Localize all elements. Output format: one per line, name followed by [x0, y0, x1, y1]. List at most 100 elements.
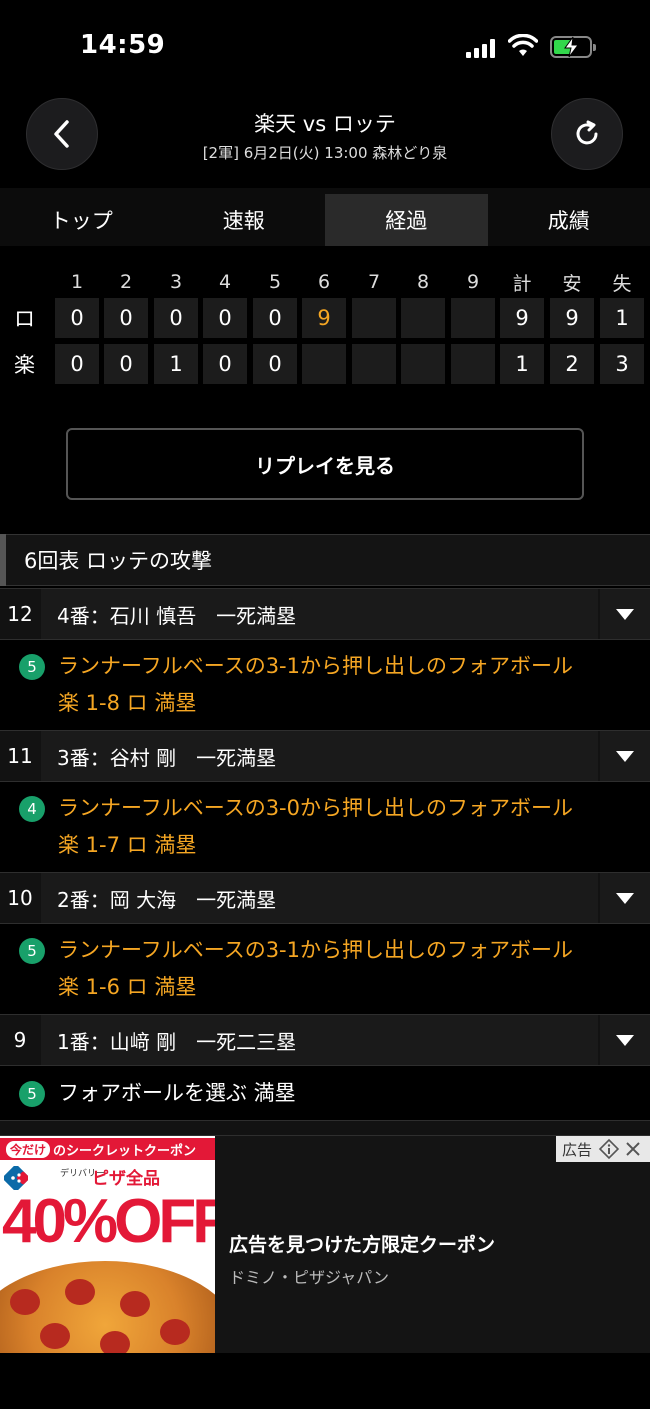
inning-score [401, 344, 445, 384]
hits-header: 安 [562, 272, 582, 295]
scoreboard-row-rakuten: 楽 0 0 1 0 0 1 2 3 [0, 344, 650, 388]
status-bar: 14:59 [0, 0, 650, 95]
cellular-signal-icon [466, 38, 496, 58]
batter-situation: 1番：山﨑 剛 一死二三塁 [41, 1015, 598, 1065]
info-icon[interactable] [598, 1138, 620, 1160]
watch-replay-button[interactable]: リプレイを見る [66, 428, 584, 500]
scoreboard-row-lotte: ロ 0 0 0 0 0 9 9 9 1 [0, 298, 650, 342]
play-score-status: 楽 1-8 ロ 満塁 [58, 691, 197, 715]
play-detail: 5 ランナーフルベースの3-1から押し出しのフォアボール 楽 1-8 ロ 満塁 [0, 640, 650, 730]
close-icon[interactable] [624, 1140, 642, 1158]
inning-score [451, 344, 495, 384]
total-runs-header: 計 [512, 272, 532, 295]
inning-score [352, 344, 396, 384]
game-title: 楽天 vs ロッテ [254, 112, 396, 136]
team-label: ロ [14, 307, 35, 331]
inning-score [352, 298, 396, 338]
play-description: ランナーフルベースの3-0から押し出しのフォアボール [58, 796, 573, 820]
hits: 9 [550, 298, 594, 338]
inning-score [451, 298, 495, 338]
expand-toggle[interactable] [600, 873, 650, 923]
total-runs: 9 [500, 298, 544, 338]
expand-toggle[interactable] [600, 731, 650, 781]
inning-score-current: 9 [302, 298, 346, 338]
inning-header: 4 [218, 271, 232, 293]
ad-coupon-tag: 今だけ のシークレットクーポン [0, 1138, 215, 1160]
team-label: 楽 [14, 353, 35, 377]
hits: 2 [550, 344, 594, 384]
play-description: ランナーフルベースの3-1から押し出しのフォアボール [58, 938, 573, 962]
tab-bar: トップ 速報 経過 成績 [0, 188, 650, 246]
expand-toggle[interactable] [600, 1015, 650, 1065]
pitch-count-badge: 5 [19, 1081, 45, 1107]
tab-top[interactable]: トップ [0, 194, 163, 246]
ad-discount: 40%OFF [2, 1187, 215, 1256]
batter-situation: 4番：石川 慎吾 一死満塁 [41, 589, 598, 639]
play-detail: 5 ランナーフルベースの3-1から押し出しのフォアボール 楽 1-6 ロ 満塁 [0, 924, 650, 1014]
play-number: 12 [7, 602, 33, 626]
caret-down-icon [616, 1035, 634, 1046]
play-score-status: 楽 1-7 ロ 満塁 [58, 833, 197, 857]
reload-button[interactable] [551, 98, 623, 170]
inning-score: 0 [55, 344, 99, 384]
inning-score: 0 [203, 298, 247, 338]
inning-section-header: 6回表 ロッテの攻撃 [0, 534, 650, 586]
inning-header: 3 [169, 271, 183, 293]
play-score-status: 楽 1-6 ロ 満塁 [58, 975, 197, 999]
inning-header: 2 [119, 271, 133, 293]
ad-info-badge[interactable]: 広告 [556, 1136, 650, 1162]
play-header[interactable]: 10 2番：岡 大海 一死満塁 [0, 872, 650, 924]
ad-banner[interactable]: 今だけ のシークレットクーポン デリバリー ピザ全品 40%OFF 広告 広告を見… [0, 1136, 650, 1353]
pizza-image [0, 1261, 215, 1353]
tab-live[interactable]: 速報 [163, 194, 326, 246]
inning-score: 0 [104, 344, 148, 384]
total-runs: 1 [500, 344, 544, 384]
ad-advertiser: ドミノ・ピザジャパン [229, 1268, 390, 1287]
batter-situation: 3番：谷村 剛 一死満塁 [41, 731, 598, 781]
inning-score: 0 [253, 298, 297, 338]
inning-score: 0 [104, 298, 148, 338]
errors: 1 [600, 298, 644, 338]
play-number: 9 [13, 1028, 27, 1052]
play-description: ランナーフルベースの3-1から押し出しのフォアボール [58, 654, 573, 678]
inning-score [302, 344, 346, 384]
chevron-left-icon [54, 120, 69, 148]
ad-image: 今だけ のシークレットクーポン デリバリー ピザ全品 40%OFF [0, 1136, 215, 1353]
game-subtitle: [2軍] 6月2日(火) 13:00 森林どり泉 [202, 144, 448, 162]
errors-header: 失 [612, 272, 632, 295]
refresh-icon [576, 120, 598, 145]
inning-score: 0 [253, 344, 297, 384]
batter-situation: 2番：岡 大海 一死満塁 [41, 873, 598, 923]
wifi-icon [508, 34, 538, 56]
back-button[interactable] [26, 98, 98, 170]
tab-stats[interactable]: 成績 [488, 194, 650, 246]
tab-progress[interactable]: 経過 [325, 194, 488, 246]
pitch-count-badge: 5 [19, 938, 45, 964]
ad-title: 広告を見つけた方限定クーポン [229, 1234, 496, 1256]
play-header[interactable]: 12 4番：石川 慎吾 一死満塁 [0, 588, 650, 640]
status-time: 14:59 [80, 30, 166, 60]
play-number: 11 [7, 744, 33, 768]
inning-score: 0 [154, 298, 198, 338]
caret-down-icon [616, 609, 634, 620]
ad-label: 広告 [562, 1140, 593, 1159]
play-description: フォアボールを選ぶ 満塁 [58, 1081, 296, 1105]
inning-header: 1 [70, 271, 84, 293]
play-number: 10 [7, 886, 33, 910]
inning-header: 8 [416, 271, 430, 293]
inning-header: 5 [268, 271, 282, 293]
play-header-partial [0, 1120, 650, 1136]
caret-down-icon [616, 751, 634, 762]
expand-toggle[interactable] [600, 589, 650, 639]
inning-score: 1 [154, 344, 198, 384]
inning-header: 6 [317, 271, 331, 293]
play-header[interactable]: 9 1番：山﨑 剛 一死二三塁 [0, 1014, 650, 1066]
errors: 3 [600, 344, 644, 384]
pitch-count-badge: 5 [19, 654, 45, 680]
battery-icon [550, 36, 596, 58]
play-detail: 5 フォアボールを選ぶ 満塁 [0, 1066, 650, 1122]
inning-score: 0 [55, 298, 99, 338]
inning-score: 0 [203, 344, 247, 384]
play-header[interactable]: 11 3番：谷村 剛 一死満塁 [0, 730, 650, 782]
section-accent-bar [0, 534, 6, 586]
